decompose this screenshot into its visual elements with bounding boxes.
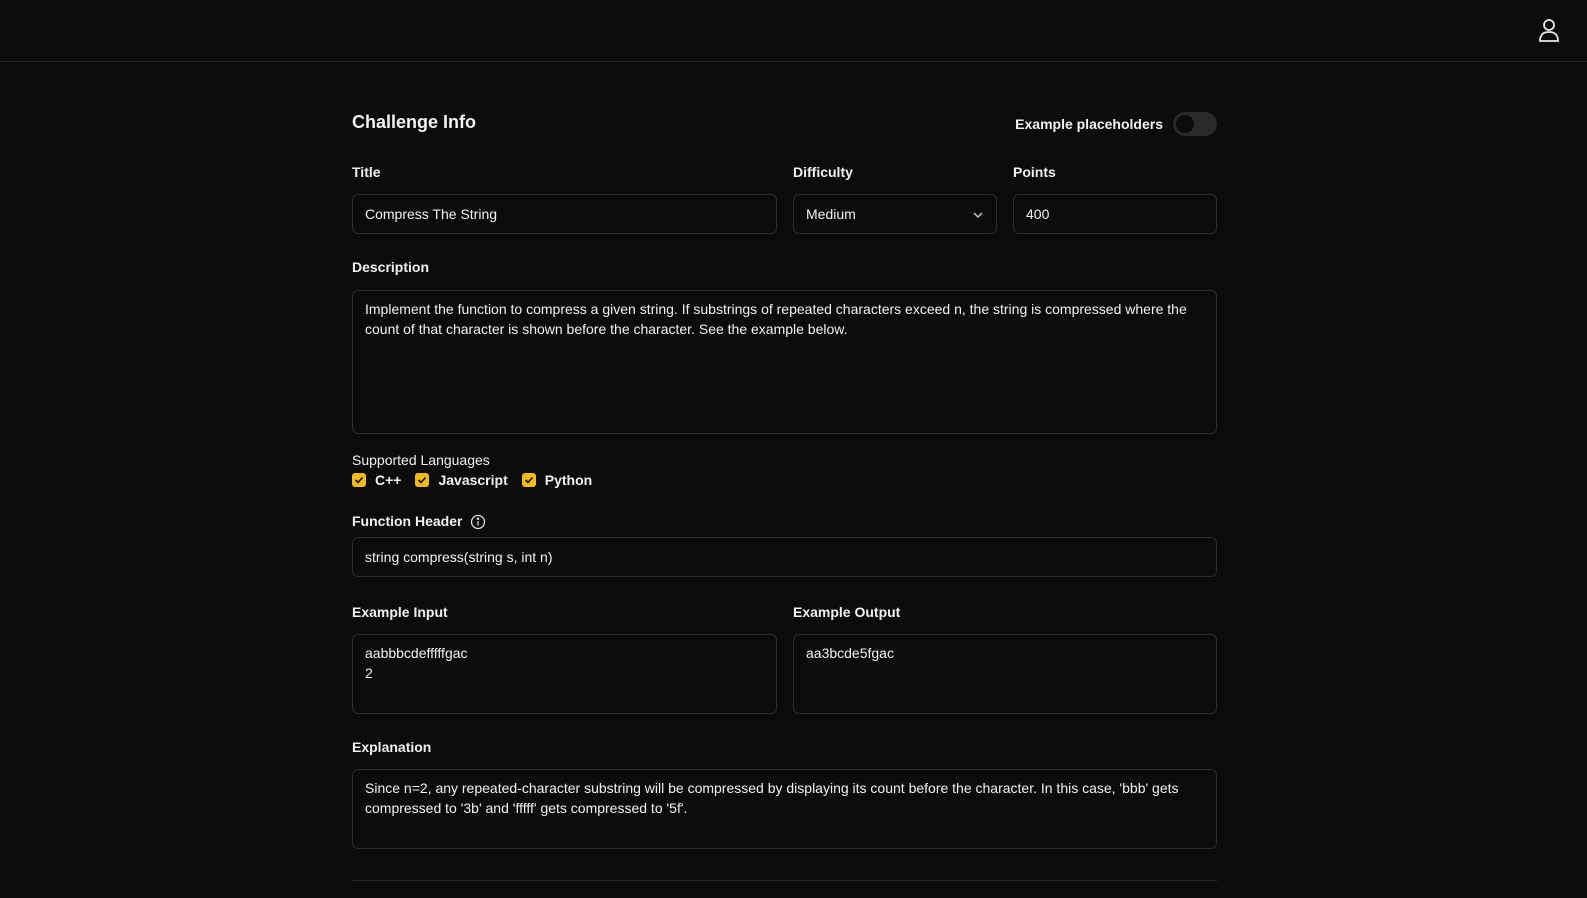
top-bar <box>0 0 1587 62</box>
section-header: Challenge Info Example placeholders <box>352 110 1217 138</box>
difficulty-value: Medium <box>806 206 856 222</box>
function-header-input[interactable]: string compress(string s, int n) <box>352 537 1217 577</box>
example-input-label: Example Input <box>352 604 448 620</box>
check-icon <box>524 476 533 484</box>
difficulty-select[interactable]: Medium <box>793 194 997 234</box>
description-label: Description <box>352 259 430 275</box>
language-option-javascript[interactable]: Javascript <box>415 472 508 488</box>
language-label: Python <box>544 472 593 488</box>
user-icon[interactable] <box>1537 17 1561 43</box>
example-input-textarea[interactable]: aabbbcdefffffgac 2 <box>352 634 777 714</box>
example-placeholders-toggle[interactable] <box>1173 112 1217 136</box>
language-checkboxes: C++ Javascript Python <box>352 470 606 490</box>
explanation-label: Explanation <box>352 739 432 755</box>
description-textarea[interactable]: Implement the function to compress a giv… <box>352 290 1217 434</box>
language-label: C++ <box>375 472 402 488</box>
points-input[interactable]: 400 <box>1013 194 1217 234</box>
checkbox-javascript[interactable] <box>415 473 430 487</box>
example-placeholders-control: Example placeholders <box>1015 110 1217 138</box>
section-divider <box>352 880 1217 881</box>
check-icon <box>418 476 427 484</box>
info-icon[interactable] <box>470 514 486 530</box>
toggle-knob <box>1176 115 1194 133</box>
example-placeholders-label: Example placeholders <box>1015 116 1163 132</box>
difficulty-label: Difficulty <box>793 164 853 180</box>
language-option-cpp[interactable]: C++ <box>352 472 401 488</box>
title-label: Title <box>352 164 381 180</box>
check-icon <box>354 476 364 484</box>
example-output-textarea[interactable]: aa3bcde5fgac <box>793 634 1217 714</box>
explanation-textarea[interactable]: Since n=2, any repeated-character substr… <box>352 769 1217 849</box>
example-output-label: Example Output <box>793 604 901 620</box>
checkbox-cpp[interactable] <box>352 473 366 487</box>
supported-languages-label: Supported Languages <box>352 452 490 468</box>
checkbox-python[interactable] <box>521 473 536 487</box>
chevron-down-icon <box>973 212 983 218</box>
language-label: Javascript <box>438 472 508 488</box>
language-option-python[interactable]: Python <box>521 472 593 488</box>
title-input[interactable]: Compress The String <box>352 194 777 234</box>
section-title: Challenge Info <box>352 112 477 132</box>
points-label: Points <box>1013 164 1056 180</box>
function-header-label: Function Header <box>352 513 463 529</box>
